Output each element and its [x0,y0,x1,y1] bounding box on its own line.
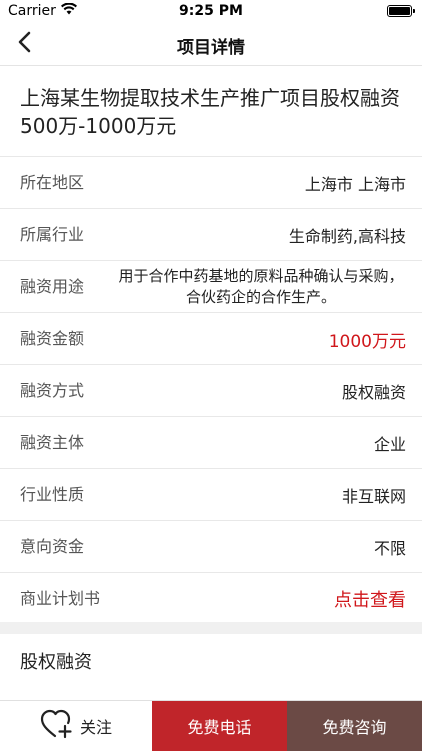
detail-value: 企业 [373,435,406,454]
view-business-plan-link[interactable]: 点击查看 [334,573,406,625]
nav-bar: 项目详情 [0,22,422,66]
detail-value: 非互联网 [341,487,406,506]
detail-row-method: 融资方式 股权融资 [0,365,422,417]
detail-label: 商业计划书 [20,589,101,608]
project-title: 上海某生物提取技术生产推广项目股权融资500万-1000万元 [20,86,400,138]
detail-label: 融资方式 [20,381,85,400]
detail-label: 融资用途 [20,277,85,296]
battery-fill [389,7,410,15]
follow-label: 关注 [79,718,112,737]
detail-row-amount: 融资金额 1000万元 [0,313,422,365]
detail-value: 用于合作中药基地的原料品种确认与采购，合伙药企的合作生产。 [118,267,404,306]
free-consult-label: 免费咨询 [322,718,387,737]
section-title: 股权融资 [20,652,92,673]
detail-label: 所属行业 [20,225,85,244]
free-call-label: 免费电话 [187,718,252,737]
status-time: 9:25 PM [179,3,243,19]
detail-value: 生命制药,高科技 [288,227,406,246]
battery-icon [387,5,415,17]
free-consult-button[interactable]: 免费咨询 [287,701,422,751]
bottom-action-bar: 关注 免费电话 免费咨询 [0,700,422,751]
follow-button[interactable]: 关注 [0,701,152,751]
free-call-button[interactable]: 免费电话 [152,701,287,751]
detail-row-region: 所在地区 上海市 上海市 [0,157,422,209]
heart-add-icon [40,709,74,743]
detail-row-business-plan: 商业计划书 点击查看 [0,573,422,625]
detail-value: 不限 [373,539,406,558]
detail-value-amount: 1000万元 [328,331,406,352]
detail-label: 行业性质 [20,485,85,504]
page-title: 项目详情 [177,38,245,58]
detail-row-industry: 所属行业 生命制药,高科技 [0,209,422,261]
detail-row-nature: 行业性质 非互联网 [0,469,422,521]
status-bar: Carrier 9:25 PM [0,0,422,22]
detail-label: 融资金额 [20,329,85,348]
detail-value: 股权融资 [341,383,406,402]
details-list: 所在地区 上海市 上海市 所属行业 生命制药,高科技 融资用途 用于合作中药基地… [0,156,422,625]
detail-label: 意向资金 [20,537,85,556]
detail-value: 上海市 上海市 [304,175,406,194]
detail-row-funds: 意向资金 不限 [0,521,422,573]
detail-label: 融资主体 [20,433,85,452]
detail-row-purpose: 融资用途 用于合作中药基地的原料品种确认与采购，合伙药企的合作生产。 [0,261,422,313]
detail-label: 所在地区 [20,173,85,192]
section-divider [0,622,422,634]
detail-row-entity: 融资主体 企业 [0,417,422,469]
